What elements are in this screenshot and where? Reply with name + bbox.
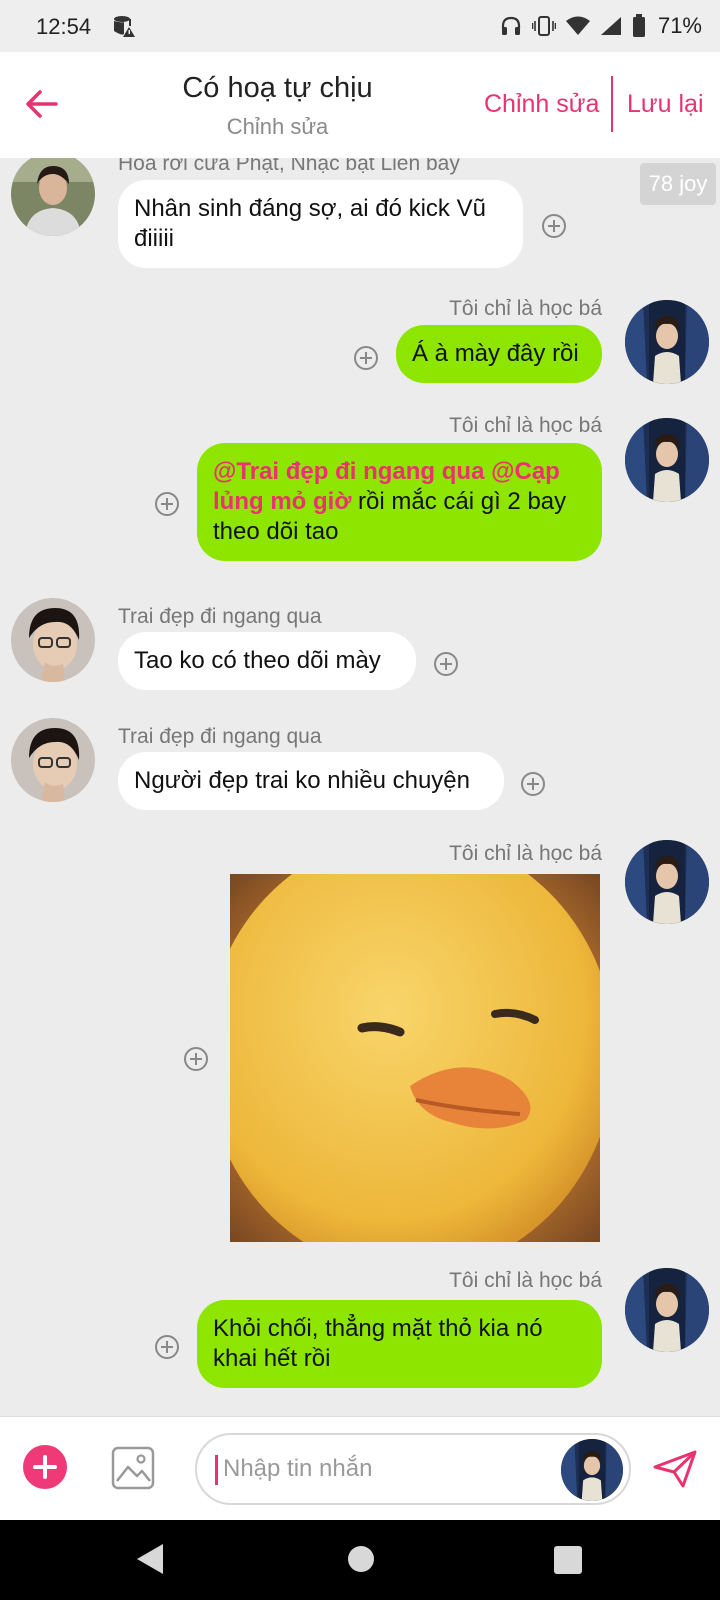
avatar[interactable] [625, 840, 709, 924]
message-text: Khỏi chối, thẳng mặt thỏ kia nó khai hết… [213, 1315, 543, 1372]
battery-percent: 71% [657, 13, 702, 38]
duck-meme-image[interactable] [230, 874, 600, 1242]
message-bubble[interactable]: Nhân sinh đáng sợ, ai đó kick Vũ điiiii [118, 180, 523, 268]
add-button[interactable] [23, 1445, 67, 1489]
add-reaction-icon[interactable] [154, 491, 180, 517]
message-bubble[interactable]: @Trai đẹp đi ngang qua @Cạp lủng mỏ giờ … [197, 443, 602, 561]
avatar[interactable] [11, 158, 95, 236]
message-placeholder: Nhập tin nhắn [223, 1455, 373, 1482]
message-bubble[interactable]: Khỏi chối, thẳng mặt thỏ kia nó khai hết… [197, 1300, 602, 1388]
sender-name: Trai đẹp đi ngang qua [118, 725, 322, 748]
status-bar: 12:54 71% [0, 0, 720, 52]
message-text: Á à mày đây rồi [412, 340, 579, 367]
avatar[interactable] [11, 718, 95, 802]
add-reaction-icon[interactable] [154, 1334, 180, 1360]
nav-recents-icon[interactable] [553, 1545, 583, 1575]
system-nav-bar [0, 1520, 720, 1600]
page-subtitle: Chỉnh sửa [226, 114, 329, 139]
nav-back-icon[interactable] [135, 1542, 165, 1576]
joy-badge: 78 joy [640, 163, 716, 205]
add-reaction-icon[interactable] [353, 345, 379, 371]
vibrate-icon [531, 16, 556, 36]
wifi-icon [565, 16, 590, 35]
add-reaction-icon[interactable] [433, 651, 459, 677]
chat-header: Có hoạ tự chịu Chỉnh sửa Chỉnh sửa Lưu l… [0, 52, 720, 158]
signal-icon [600, 17, 621, 35]
sender-name: Hoa rơi cửa Phật, Nhạc bật Liên bay [118, 158, 460, 175]
avatar[interactable] [625, 300, 709, 384]
sender-name: Tôi chỉ là học bá [449, 414, 602, 437]
message-bubble[interactable]: Người đẹp trai ko nhiều chuyện [118, 752, 504, 810]
message-input[interactable]: Nhập tin nhắn [195, 1433, 631, 1505]
text-caret [215, 1455, 218, 1485]
avatar[interactable] [561, 1439, 623, 1501]
message-bubble[interactable]: Á à mày đây rồi [396, 325, 602, 383]
message-text: Tao ko có theo dõi mày [134, 647, 381, 674]
message-text: Người đẹp trai ko nhiều chuyện [134, 767, 470, 794]
nav-home-icon[interactable] [346, 1544, 376, 1574]
add-reaction-icon[interactable] [183, 1046, 209, 1072]
sender-name: Tôi chỉ là học bá [449, 842, 602, 865]
image-picker-icon[interactable] [110, 1445, 156, 1491]
sender-name: Tôi chỉ là học bá [449, 1269, 602, 1292]
mention-link[interactable]: @Trai đẹp đi ngang qua [213, 458, 484, 485]
avatar[interactable] [11, 598, 95, 682]
send-icon[interactable] [652, 1449, 698, 1489]
headphones-icon [501, 16, 521, 35]
add-reaction-icon[interactable] [520, 771, 546, 797]
status-time: 12:54 [36, 14, 92, 39]
page-title: Có hoạ tự chịu [182, 72, 373, 104]
sender-name: Trai đẹp đi ngang qua [118, 605, 322, 628]
back-arrow-icon[interactable] [22, 84, 62, 124]
message-text: Nhân sinh đáng sợ, ai đó kick Vũ điiiii [134, 195, 486, 252]
chat-messages[interactable]: Hoa rơi cửa Phật, Nhạc bật Liên bay Nhân… [0, 158, 720, 1416]
database-warning-icon [114, 16, 135, 37]
avatar[interactable] [625, 1268, 709, 1352]
plus-icon [33, 1455, 57, 1479]
edit-button[interactable]: Chỉnh sửa [484, 90, 599, 119]
save-button[interactable]: Lưu lại [627, 90, 704, 119]
header-divider [611, 76, 613, 132]
message-bubble[interactable]: Tao ko có theo dõi mày [118, 632, 416, 690]
battery-icon [632, 14, 645, 37]
sender-name: Tôi chỉ là học bá [449, 297, 602, 320]
add-reaction-icon[interactable] [541, 213, 567, 239]
message-input-bar: Nhập tin nhắn [0, 1416, 720, 1520]
status-icons: 71% [500, 12, 702, 40]
avatar[interactable] [625, 418, 709, 502]
